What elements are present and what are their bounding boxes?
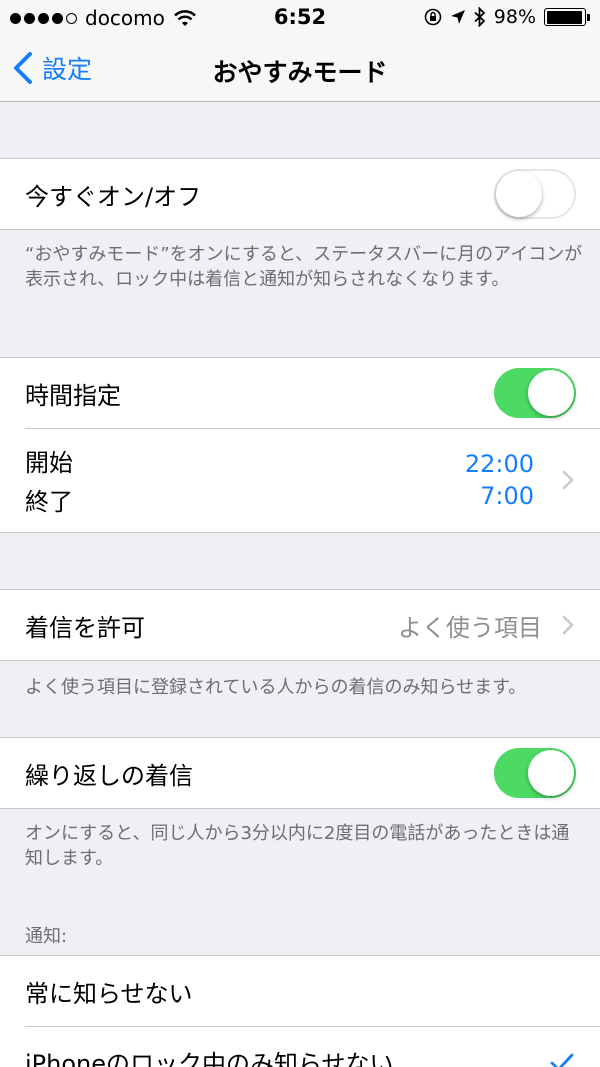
scheduled-toggle-switch[interactable] xyxy=(494,368,576,418)
silence-always-row[interactable]: 常に知らせない xyxy=(0,956,600,1026)
switch-knob xyxy=(528,750,574,796)
status-bar: docomo 6:52 98% xyxy=(0,0,600,36)
battery-icon xyxy=(544,8,590,26)
switch-knob xyxy=(496,171,542,217)
allow-calls-value: よく使う項目 xyxy=(398,613,542,642)
chevron-right-icon xyxy=(562,470,574,490)
schedule-time-labels: 開始 終了 xyxy=(25,443,73,517)
repeated-calls-row: 繰り返しの着信 xyxy=(0,738,600,808)
silence-always-label: 常に知らせない xyxy=(25,979,193,1008)
allow-calls-group: 着信を許可 よく使う項目 xyxy=(0,589,600,661)
chevron-right-icon xyxy=(562,615,574,635)
schedule-group: 時間指定 開始 終了 22:00 7:00 xyxy=(0,357,600,533)
allow-calls-row[interactable]: 着信を許可 よく使う項目 xyxy=(0,590,600,660)
start-label: 開始 xyxy=(25,449,73,477)
start-time-value: 22:00 xyxy=(464,450,534,478)
scheduled-label: 時間指定 xyxy=(25,381,121,410)
repeated-calls-footer: オンにすると、同じ人から3分以内に2度目の電話があったときは通知します。 xyxy=(25,823,570,869)
location-arrow-icon xyxy=(450,10,465,24)
bluetooth-icon xyxy=(474,7,486,27)
manual-toggle-row: 今すぐオン/オフ xyxy=(0,159,600,229)
allow-calls-footer: よく使う項目に登録されている人からの着信のみ知らせます。 xyxy=(25,677,527,698)
silence-group: 常に知らせない iPhoneのロック中のみ知らせない xyxy=(0,955,600,1067)
manual-toggle-switch[interactable] xyxy=(494,169,576,219)
manual-footer: “おやすみモード”をオンにすると、ステータスバーに月のアイコンが表示され、ロック… xyxy=(25,244,583,290)
orientation-lock-icon xyxy=(424,8,442,26)
end-time-value: 7:00 xyxy=(480,482,534,510)
checkmark-icon xyxy=(550,1053,574,1067)
allow-calls-label: 着信を許可 xyxy=(25,613,145,642)
silence-section-header: 通知: xyxy=(25,926,68,947)
repeated-calls-label: 繰り返しの着信 xyxy=(25,761,193,790)
manual-group: 今すぐオン/オフ xyxy=(0,158,600,230)
schedule-time-values: 22:00 7:00 xyxy=(465,450,534,510)
manual-toggle-label: 今すぐオン/オフ xyxy=(25,182,202,211)
schedule-times-row[interactable]: 開始 終了 22:00 7:00 xyxy=(0,428,600,532)
silence-while-locked-row[interactable]: iPhoneのロック中のみ知らせない xyxy=(0,1026,600,1067)
repeated-calls-toggle-switch[interactable] xyxy=(494,748,576,798)
end-label: 終了 xyxy=(25,488,73,516)
battery-percentage: 98% xyxy=(493,6,536,28)
silence-while-locked-label: iPhoneのロック中のみ知らせない xyxy=(25,1049,394,1067)
scheduled-row: 時間指定 xyxy=(0,358,600,428)
navigation-bar: 設定 おやすみモード xyxy=(0,36,600,102)
repeated-calls-group: 繰り返しの着信 xyxy=(0,737,600,809)
page-title: おやすみモード xyxy=(212,58,388,87)
switch-knob xyxy=(528,370,574,416)
status-right: 98% xyxy=(424,6,590,28)
